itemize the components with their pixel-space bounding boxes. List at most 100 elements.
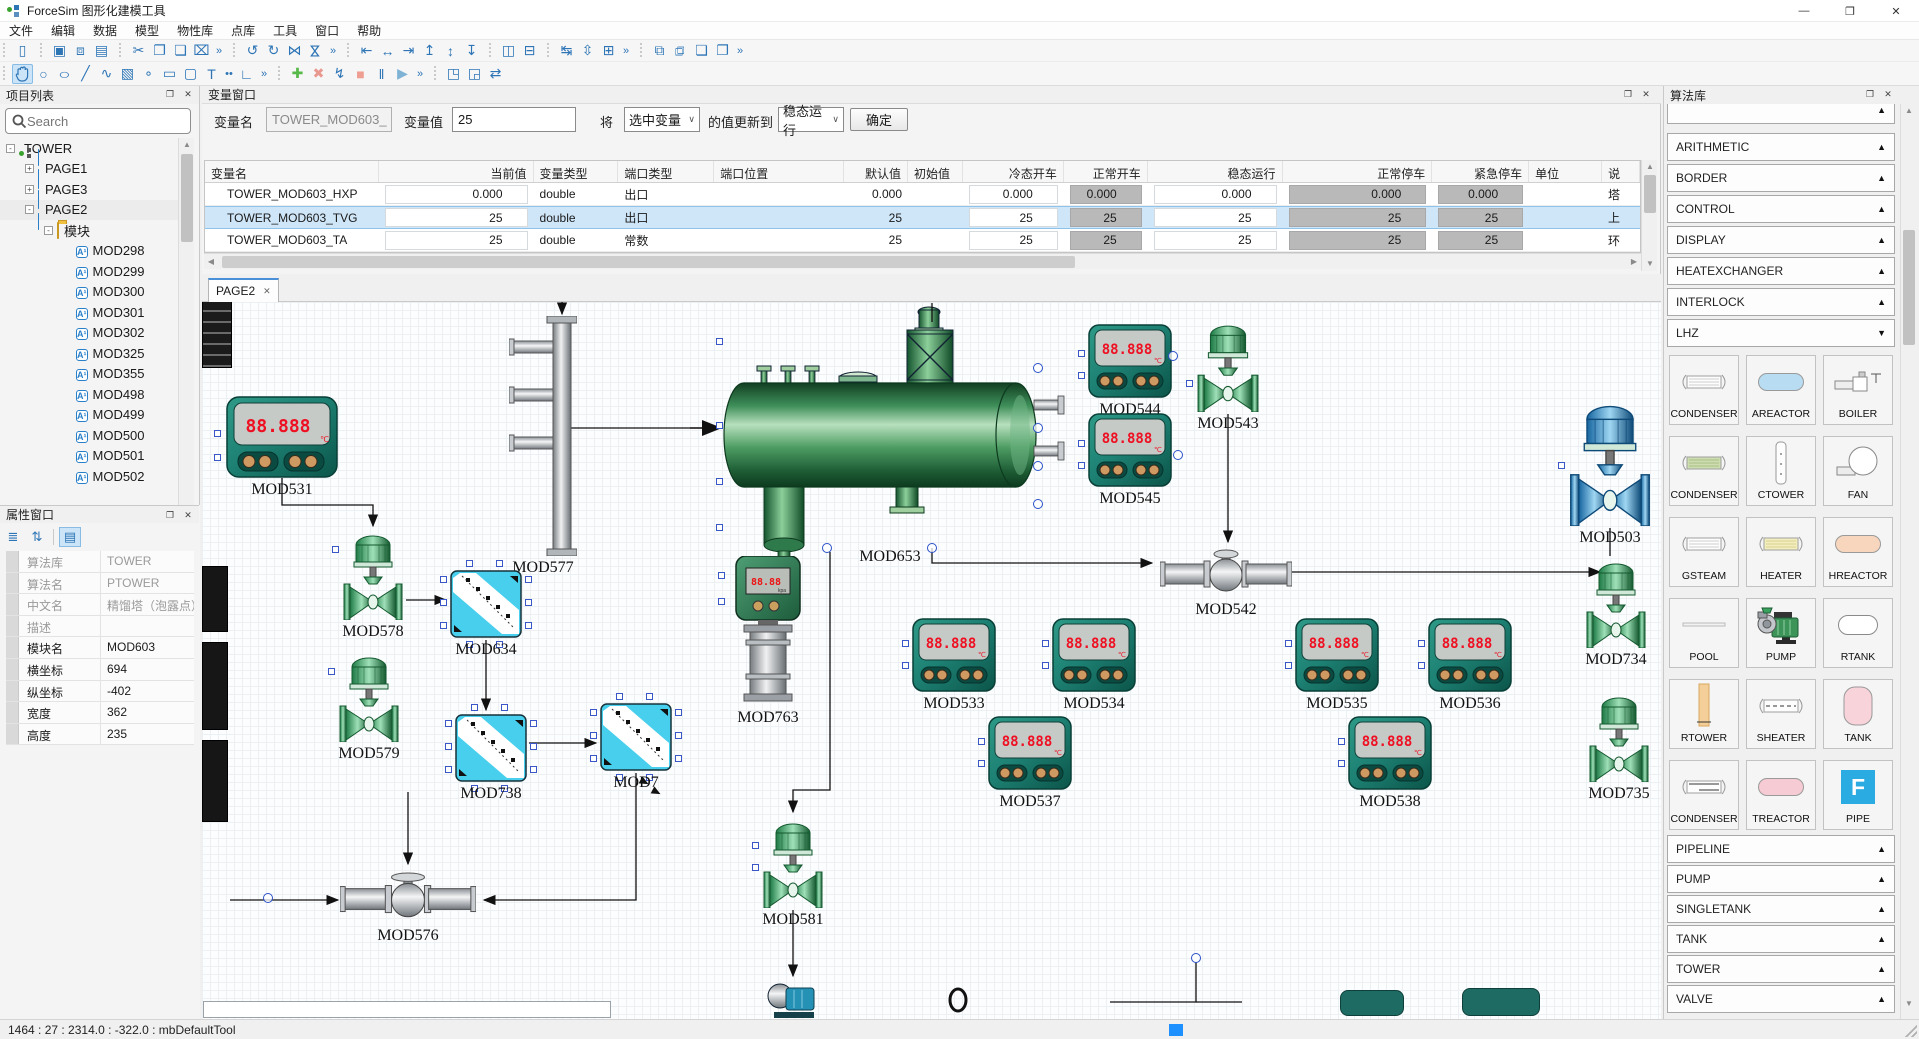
delete-icon[interactable]: ⌧	[191, 41, 212, 61]
cell[interactable]: 0.000	[1432, 183, 1529, 205]
selection-handle[interactable]	[501, 704, 508, 711]
cell[interactable]: 环	[1602, 229, 1640, 251]
selection-handle[interactable]	[1186, 380, 1193, 387]
property-value[interactable]: TOWER	[101, 551, 194, 572]
selection-handle[interactable]	[530, 720, 537, 727]
expand-icon[interactable]: +	[25, 164, 34, 173]
value-cell[interactable]: 25	[1070, 231, 1142, 250]
value-cell[interactable]: 0.000	[1438, 185, 1523, 204]
value-cell[interactable]: 25	[1289, 231, 1427, 250]
library-item-FAN[interactable]: FAN	[1823, 436, 1893, 506]
menu-item-9[interactable]: 帮助	[348, 21, 390, 40]
cell[interactable]: 25	[1432, 229, 1529, 251]
rotate-left-icon[interactable]: ↺	[242, 41, 263, 61]
variable-name-field[interactable]: TOWER_MOD603_	[266, 107, 392, 132]
same-width-icon[interactable]: ↹	[556, 41, 577, 61]
scroll-right-icon[interactable]: ▶	[1627, 254, 1641, 270]
value-cell[interactable]: 0.000	[1289, 185, 1427, 204]
expand-canvas-icon[interactable]: ◳	[443, 64, 464, 84]
cell[interactable]: 25	[1283, 207, 1433, 228]
close-icon[interactable]: ✕	[1639, 88, 1653, 101]
property-value[interactable]: 235	[101, 724, 194, 745]
canvas[interactable]: 88.888℃MOD531MOD57788.888℃MOD54488.888℃M…	[202, 302, 1661, 1019]
align-top-icon[interactable]: ↥	[419, 41, 440, 61]
library-item-CONDENSER[interactable]: CONDENSER	[1669, 760, 1739, 830]
cell[interactable]: 25	[1148, 207, 1283, 228]
curve-icon[interactable]: ∿	[96, 64, 117, 84]
column-header-说[interactable]: 说	[1602, 161, 1640, 182]
library-item-PIPE[interactable]: FPIPE	[1823, 760, 1893, 830]
library-item-AREACTOR[interactable]: AREACTOR	[1746, 355, 1816, 425]
selection-handle[interactable]	[440, 576, 447, 583]
section-border[interactable]: BORDER▲	[1667, 164, 1895, 192]
cell[interactable]: 0.000	[379, 183, 534, 205]
lightning-icon[interactable]: ↯	[329, 64, 350, 84]
cell[interactable]: 0.000	[1283, 183, 1433, 205]
collapse-icon[interactable]: -	[25, 205, 34, 214]
cell[interactable]: 出口	[618, 207, 714, 228]
partial-equipment-block[interactable]	[1340, 990, 1404, 1016]
canvas-module-MOD538[interactable]: 88.888℃	[1348, 716, 1432, 790]
connection-handle[interactable]	[822, 543, 832, 553]
section-tank[interactable]: TANK▲	[1667, 925, 1895, 953]
tree-item-模块[interactable]: -模块	[0, 220, 178, 241]
elbow-line-icon[interactable]: ∟	[236, 64, 257, 84]
library-item-CONDENSER[interactable]: CONDENSER	[1669, 436, 1739, 506]
distribute-vertical-icon[interactable]: ⊟	[519, 41, 540, 61]
column-header-稳态运行[interactable]: 稳态运行	[1148, 161, 1283, 182]
search-box[interactable]	[5, 108, 191, 134]
value-cell[interactable]: 0.000	[385, 185, 528, 204]
library-item-RTOWER[interactable]: RTOWER	[1669, 679, 1739, 749]
sort-icon[interactable]: ⇅	[26, 527, 48, 547]
section-pipeline[interactable]: PIPELINE▲	[1667, 835, 1895, 863]
selection-handle[interactable]	[332, 546, 339, 553]
expand-icon[interactable]: +	[25, 185, 34, 194]
cell[interactable]: TOWER_MOD603_TVG	[205, 207, 379, 228]
selection-handle[interactable]	[902, 640, 909, 647]
float-icon[interactable]: ❐	[1621, 88, 1635, 101]
value-cell[interactable]: 25	[969, 208, 1058, 227]
shrink-canvas-icon[interactable]: ◲	[464, 64, 485, 84]
cell[interactable]	[714, 229, 844, 251]
selection-handle[interactable]	[1042, 640, 1049, 647]
menu-item-6[interactable]: 点库	[222, 21, 264, 40]
canvas-module-MOD734[interactable]	[1585, 558, 1647, 648]
tree-item-MOD325[interactable]: A¹MOD325	[0, 343, 178, 364]
column-header-正常停车[interactable]: 正常停车	[1283, 161, 1433, 182]
section-tower[interactable]: TOWER▲	[1667, 955, 1895, 983]
value-cell[interactable]: 25	[1154, 231, 1277, 250]
canvas-module-MOD534[interactable]: 88.888℃	[1052, 618, 1136, 692]
value-cell[interactable]: 25	[969, 231, 1058, 250]
canvas-module-MOD579[interactable]	[338, 652, 400, 742]
canvas-module-MOD576[interactable]	[340, 872, 476, 924]
maximize-icon[interactable]: ❐	[1827, 0, 1873, 22]
value-cell[interactable]: 0.000	[1154, 185, 1277, 204]
value-cell[interactable]: 0.000	[969, 185, 1058, 204]
menu-item-4[interactable]: 模型	[126, 21, 168, 40]
selection-handle[interactable]	[1338, 760, 1345, 767]
float-icon[interactable]: ❐	[163, 88, 177, 101]
section-display[interactable]: DISPLAY▲	[1667, 226, 1895, 254]
point-icon[interactable]: ∘	[138, 64, 159, 84]
canvas-module-MOD763[interactable]: 88.88kpa	[728, 556, 808, 706]
column-header-默认值[interactable]: 默认值	[844, 161, 908, 182]
overflow-icon[interactable]: »	[326, 41, 340, 61]
selection-handle[interactable]	[716, 422, 723, 429]
run-icon[interactable]: ▶	[392, 64, 413, 84]
cell[interactable]: 25	[1064, 207, 1148, 228]
collapse-icon[interactable]: -	[6, 144, 15, 153]
mode-select[interactable]: 稳态运行∨	[778, 107, 844, 132]
selection-handle[interactable]	[1078, 350, 1085, 357]
cell[interactable]: 25	[1283, 229, 1433, 251]
new-file-icon[interactable]: ▯	[12, 41, 33, 61]
partial-equipment-block[interactable]	[202, 642, 228, 730]
selection-handle[interactable]	[440, 599, 447, 606]
cell[interactable]: 25	[963, 207, 1064, 228]
selection-handle[interactable]	[718, 598, 725, 605]
cell[interactable]: 25	[844, 207, 908, 228]
cell[interactable]	[908, 183, 963, 205]
resize-grip-icon[interactable]	[1905, 1025, 1917, 1037]
selection-handle[interactable]	[445, 766, 452, 773]
search-input[interactable]	[27, 114, 167, 129]
tree-item-PAGE1[interactable]: +PAGE1	[0, 159, 178, 180]
